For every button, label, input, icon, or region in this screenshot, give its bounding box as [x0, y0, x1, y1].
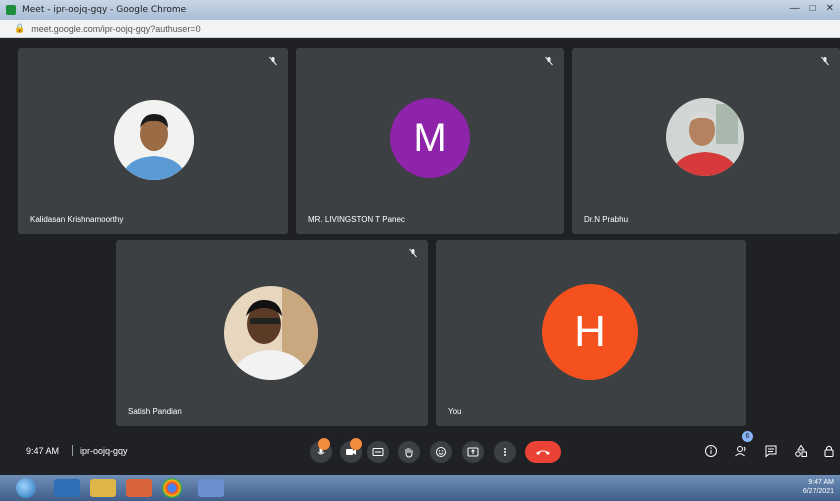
audio-level-indicator: [318, 438, 330, 450]
person-photo-icon: [114, 100, 194, 180]
camera-indicator: [350, 438, 362, 450]
people-icon: [735, 446, 746, 457]
divider: [72, 445, 73, 456]
internet-explorer-icon[interactable]: [54, 479, 80, 497]
chat-button[interactable]: [764, 444, 778, 458]
present-icon: [467, 447, 479, 457]
people-button[interactable]: [734, 444, 748, 458]
participant-tile[interactable]: Dr.N Prabhu: [572, 48, 840, 234]
meeting-controls-bar: 9:47 AM ipr-oojq-gqy 6: [0, 426, 840, 476]
leave-call-button[interactable]: [525, 441, 561, 463]
participant-tile[interactable]: Satish Pandian: [116, 240, 428, 426]
window-controls: — □ ✕: [790, 3, 834, 14]
participant-name: Dr.N Prabhu: [584, 215, 629, 224]
chrome-icon[interactable]: [162, 478, 182, 498]
screen: Meet - ipr-oojq-gqy - Google Chrome — □ …: [0, 0, 840, 501]
host-controls-icon: [824, 445, 834, 457]
avatar: [224, 286, 318, 380]
more-options-button[interactable]: [494, 441, 516, 463]
emoji-icon: [436, 447, 446, 457]
hang-up-icon: [536, 450, 550, 455]
mic-muted-icon: [269, 56, 277, 66]
paint-icon[interactable]: [198, 479, 224, 497]
maximize-icon[interactable]: □: [810, 3, 816, 14]
person-photo-icon: [666, 98, 744, 176]
participant-tile-self[interactable]: H You: [436, 240, 746, 426]
meeting-code: ipr-oojq-gqy: [80, 446, 128, 456]
participant-tile[interactable]: Kalidasan Krishnamoorthy: [18, 48, 288, 234]
minimize-icon[interactable]: —: [790, 3, 800, 14]
lock-icon: 🔒: [14, 23, 26, 33]
file-explorer-icon[interactable]: [90, 479, 116, 497]
participant-name: Satish Pandian: [128, 407, 182, 416]
captions-button[interactable]: [367, 441, 389, 463]
meet-favicon-icon: [6, 5, 16, 15]
mic-muted-icon: [409, 248, 417, 258]
participant-count-badge: 6: [742, 431, 753, 442]
window-title: Meet - ipr-oojq-gqy - Google Chrome: [22, 5, 187, 15]
host-controls-button[interactable]: [822, 444, 836, 458]
media-player-icon[interactable]: [126, 479, 152, 497]
system-tray-clock[interactable]: 9:47 AM 6/27/2021: [803, 478, 834, 496]
url-text[interactable]: meet.google.com/ipr-oojq-gqy?authuser=0: [31, 24, 200, 34]
avatar-letter: H: [542, 284, 638, 380]
person-photo-icon: [224, 286, 318, 380]
windows-taskbar: 9:47 AM 6/27/2021: [0, 475, 840, 501]
avatar: [666, 98, 744, 176]
raise-hand-button[interactable]: [398, 441, 420, 463]
present-button[interactable]: [462, 441, 484, 463]
info-icon: [705, 445, 717, 457]
raise-hand-icon: [405, 448, 413, 458]
emoji-button[interactable]: [430, 441, 452, 463]
mic-muted-icon: [545, 56, 553, 66]
chat-icon: [765, 445, 777, 458]
avatar-letter: M: [390, 98, 470, 178]
tray-date: 6/27/2021: [802, 488, 834, 495]
address-bar[interactable]: 🔒 meet.google.com/ipr-oojq-gqy?authuser=…: [0, 20, 840, 38]
meeting-details-button[interactable]: [704, 444, 718, 458]
activities-icon: [795, 444, 807, 457]
close-icon[interactable]: ✕: [826, 3, 834, 14]
participant-name: MR. LIVINGSTON T Panec: [308, 215, 405, 224]
captions-icon: [372, 448, 384, 456]
participant-tile[interactable]: M MR. LIVINGSTON T Panec: [296, 48, 564, 234]
activities-button[interactable]: [794, 444, 808, 458]
more-options-icon: [504, 448, 506, 456]
meet-stage: Kalidasan Krishnamoorthy M MR. LIVINGSTO…: [0, 38, 840, 475]
browser-titlebar: Meet - ipr-oojq-gqy - Google Chrome — □ …: [0, 0, 840, 20]
avatar: [114, 100, 194, 180]
participant-name: Kalidasan Krishnamoorthy: [30, 215, 124, 224]
meeting-time: 9:47 AM: [26, 446, 60, 456]
tray-time: 9:47 AM: [808, 479, 834, 486]
start-button-icon[interactable]: [16, 478, 36, 498]
participant-name: You: [448, 407, 462, 416]
mic-muted-icon: [821, 56, 829, 66]
